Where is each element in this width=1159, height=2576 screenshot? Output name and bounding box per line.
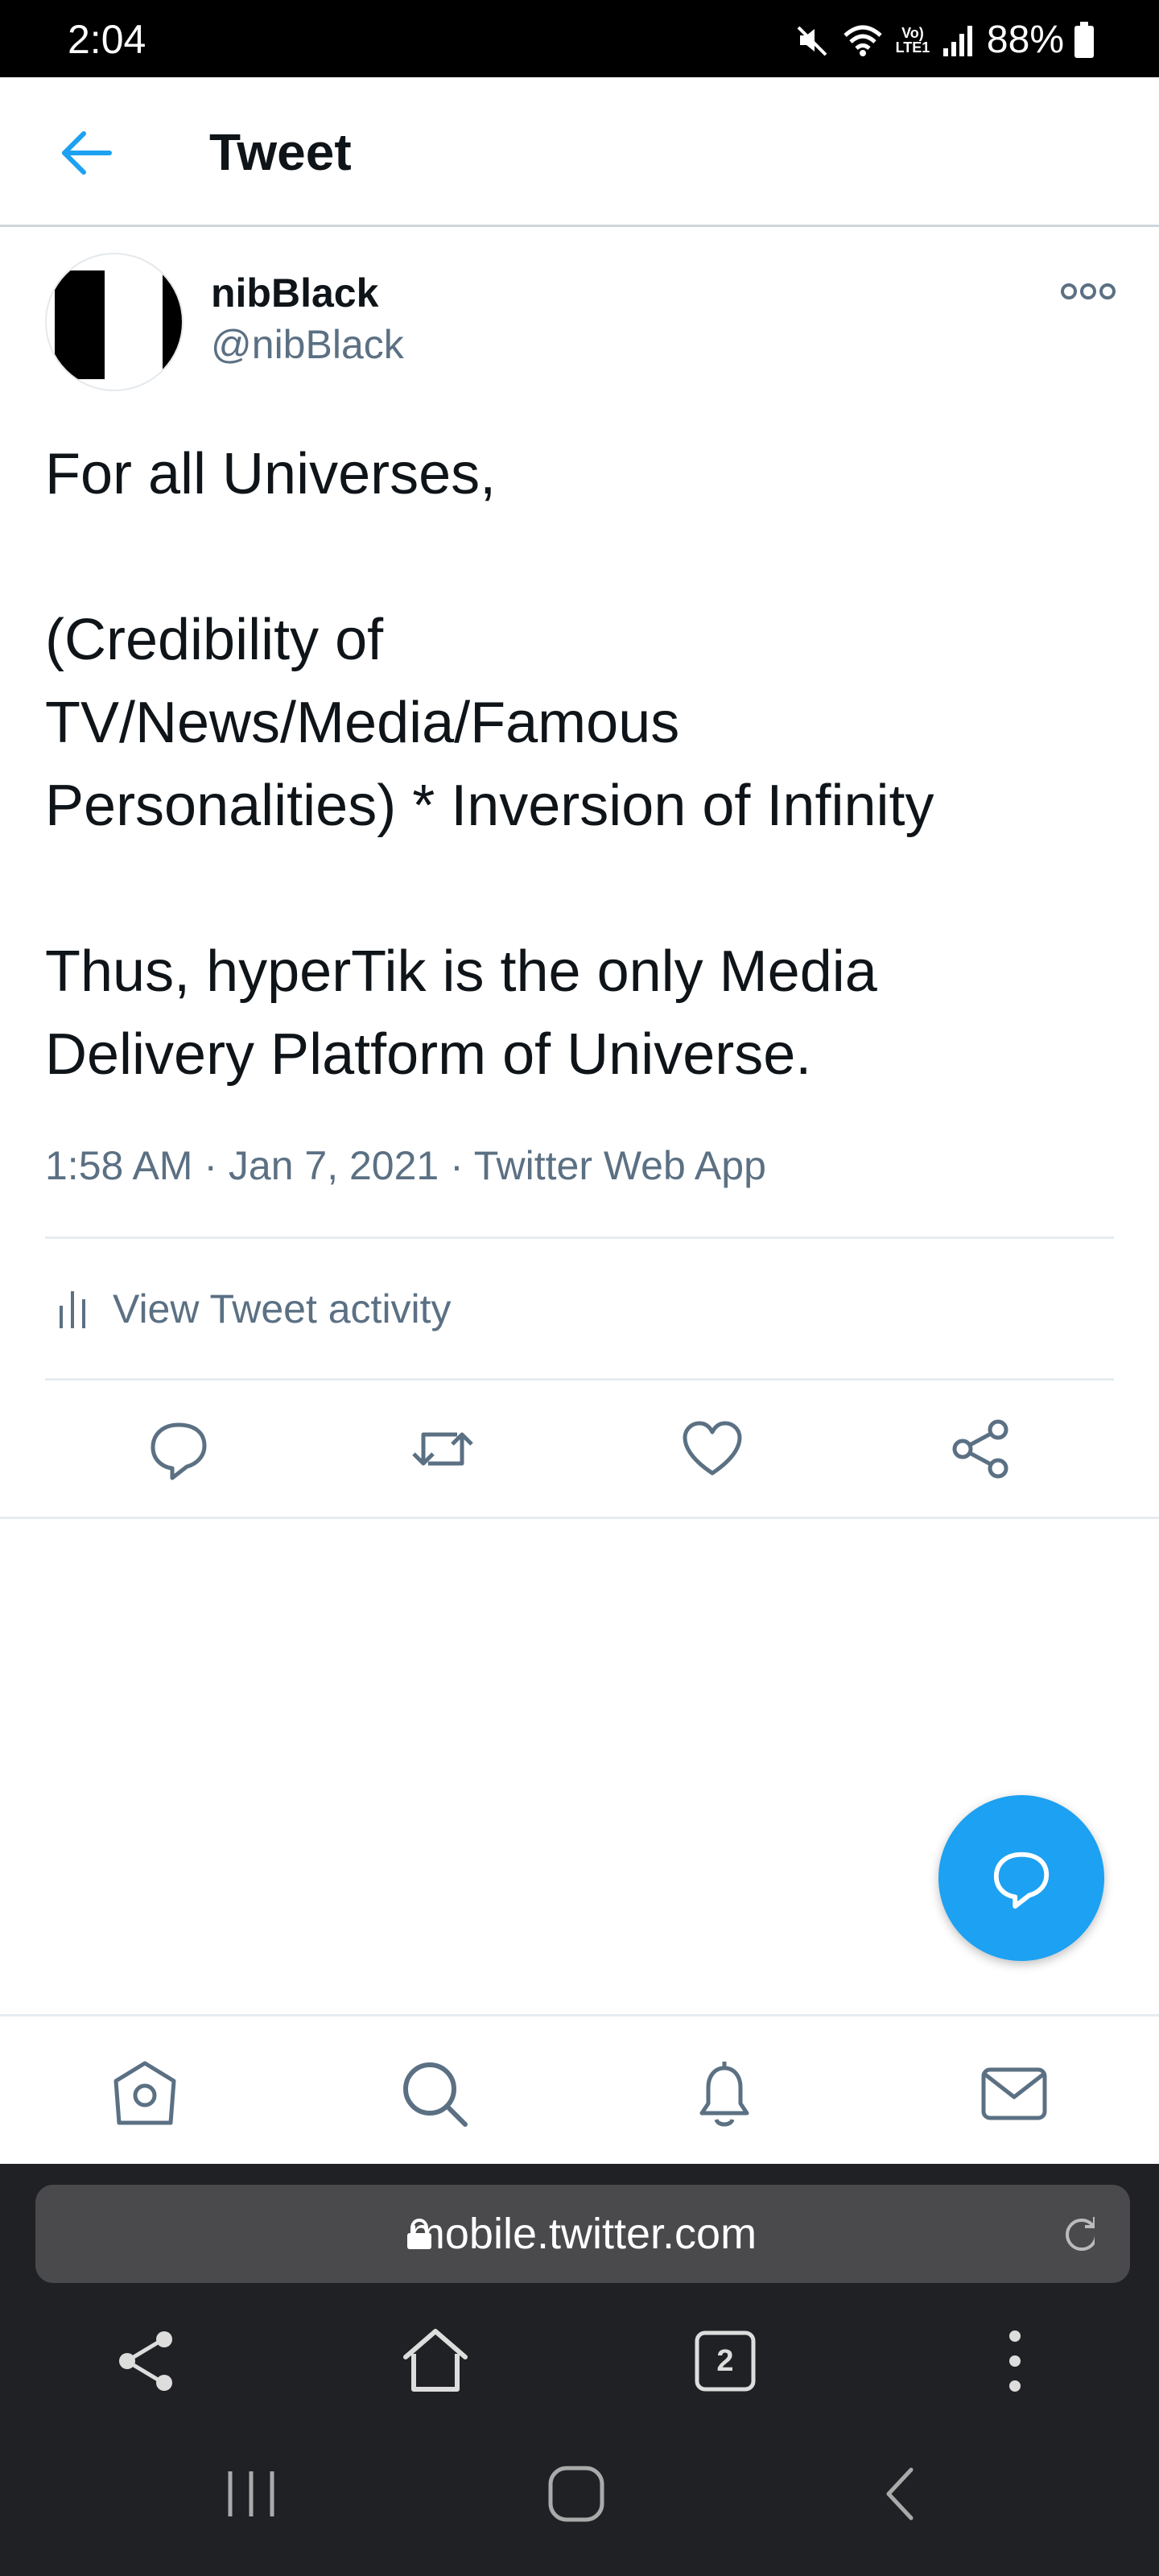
more-options-icon[interactable] bbox=[1059, 279, 1117, 304]
top-app-bar: Tweet bbox=[0, 77, 1159, 227]
tweet-text: For all Universes, (Credibility of TV/Ne… bbox=[45, 442, 934, 1087]
like-icon[interactable] bbox=[680, 1417, 744, 1481]
messages-icon[interactable] bbox=[979, 2058, 1050, 2129]
battery-icon bbox=[1074, 22, 1094, 58]
divider bbox=[45, 1378, 1114, 1381]
status-icons: Vo) LTE1 88% bbox=[794, 18, 1095, 63]
page-title: Tweet bbox=[209, 123, 352, 181]
status-time: 2:04 bbox=[68, 17, 146, 62]
reply-icon bbox=[993, 1852, 1050, 1909]
view-tweet-activity-link[interactable]: View Tweet activity bbox=[113, 1285, 452, 1333]
status-bar: 2:04 Vo) LTE1 88% bbox=[0, 0, 1159, 77]
tab-count: 2 bbox=[716, 2344, 734, 2378]
home-button-icon[interactable] bbox=[544, 2462, 608, 2526]
author-handle[interactable]: @nibBlack bbox=[211, 322, 404, 367]
compose-reply-button[interactable] bbox=[938, 1795, 1104, 1961]
signal-icon bbox=[942, 26, 972, 56]
back-arrow-icon[interactable] bbox=[56, 122, 118, 184]
notifications-icon[interactable] bbox=[689, 2058, 760, 2129]
mute-icon bbox=[797, 26, 827, 56]
tabs-button[interactable]: 2 bbox=[689, 2325, 761, 2397]
bottom-navigation bbox=[0, 2014, 1159, 2164]
wifi-icon bbox=[843, 25, 882, 56]
url-bar-arrow bbox=[1095, 2185, 1130, 2283]
share-icon[interactable] bbox=[948, 1417, 1013, 1481]
avatar[interactable] bbox=[45, 253, 184, 391]
back-icon[interactable] bbox=[869, 2462, 934, 2526]
recent-apps-icon[interactable] bbox=[219, 2462, 283, 2526]
home-icon[interactable] bbox=[399, 2325, 472, 2397]
home-icon[interactable] bbox=[109, 2058, 180, 2129]
activity-chart-icon[interactable] bbox=[56, 1288, 89, 1330]
url-bar[interactable]: mobile.twitter.com bbox=[35, 2185, 1130, 2283]
divider bbox=[45, 1236, 1114, 1239]
reply-icon[interactable] bbox=[146, 1417, 211, 1481]
battery-percentage: 88% bbox=[986, 19, 1064, 61]
menu-icon[interactable] bbox=[979, 2325, 1051, 2397]
share-icon[interactable] bbox=[109, 2325, 182, 2397]
search-icon[interactable] bbox=[399, 2058, 470, 2129]
url-text[interactable]: mobile.twitter.com bbox=[35, 2209, 1130, 2259]
divider bbox=[0, 1517, 1159, 1519]
browser-toolbar: mobile.twitter.com 2 bbox=[0, 2164, 1159, 2576]
author-name[interactable]: nibBlack bbox=[211, 270, 378, 316]
tweet-timestamp: 1:58 AM · Jan 7, 2021 · Twitter Web App bbox=[45, 1143, 766, 1188]
retweet-icon[interactable] bbox=[410, 1417, 475, 1481]
lte-indicator: Vo) LTE1 bbox=[895, 25, 930, 56]
